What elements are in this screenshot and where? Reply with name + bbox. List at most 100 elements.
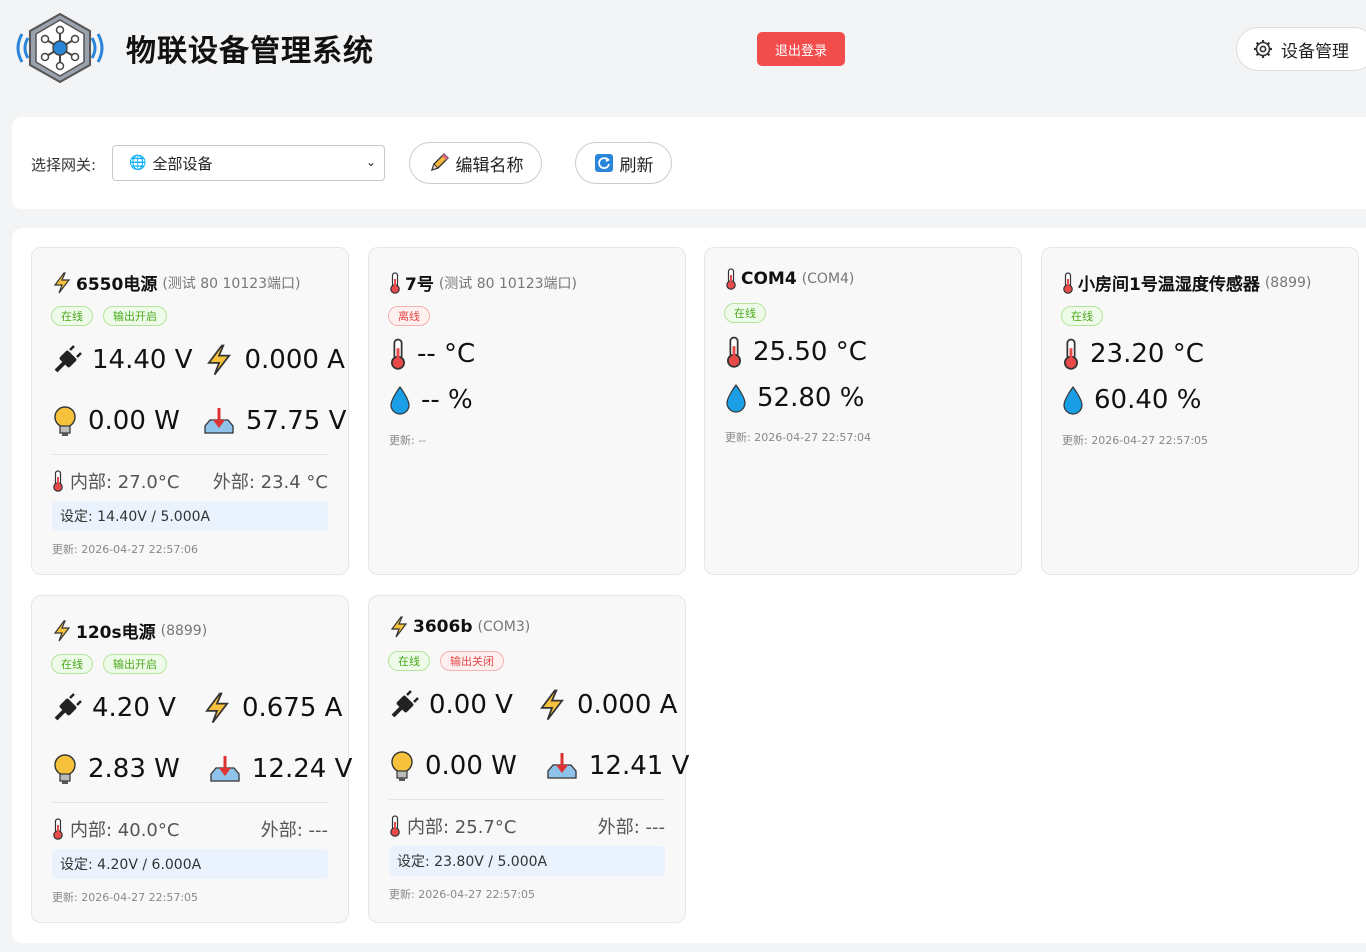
metric-row: 0.00 V 0.000 A [389, 689, 677, 721]
temperature-metric: -- °C [389, 338, 475, 370]
lightbulb-icon [54, 754, 76, 784]
thermometer-icon [391, 338, 405, 370]
input-voltage-icon [547, 753, 577, 779]
humidity-value: -- % [421, 385, 473, 415]
refresh-icon [594, 154, 613, 172]
thermometer-icon [1064, 338, 1078, 370]
device-card[interactable]: 小房间1号温湿度传感器 (8899) 在线 23.20 °C 60.40 % 更… [1041, 247, 1359, 575]
gateway-select[interactable]: 🌐 全部设备 ⌄ [112, 145, 385, 181]
edit-name-button[interactable]: 编辑名称 [409, 142, 542, 184]
temperature-value: 23.20 °C [1090, 339, 1204, 369]
device-port: (8899) [160, 622, 208, 639]
input-voltage-value: 12.41 V [588, 751, 690, 781]
plug-icon [54, 693, 82, 721]
app-title: 物联设备管理系统 [126, 34, 374, 69]
droplet-icon [726, 383, 746, 413]
temperature-metric: 23.20 °C [1062, 338, 1204, 370]
input-voltage-metric: 57.75 V [202, 406, 346, 436]
internal-temp: 内部: 27.0°C [52, 468, 179, 494]
updated-time: 更新: 2026-04-27 22:57:05 [52, 891, 199, 904]
current-metric: 0.000 A [204, 344, 345, 376]
status-badge: 在线 [51, 654, 93, 674]
metric-row: 4.20 V 0.675 A [52, 692, 342, 724]
setting-box: 设定: 4.20V / 6.000A [52, 849, 328, 879]
header: 物联设备管理系统 退出登录 设备管理 [0, 0, 1366, 100]
card-title: 小房间1号温湿度传感器 (8899) [1062, 270, 1311, 295]
updated-time: 更新: 2026-04-27 22:57:05 [389, 888, 536, 901]
logo-icon [12, 10, 108, 86]
current-value: 0.675 A [241, 693, 343, 723]
power-metric: 0.00 W [389, 750, 517, 782]
thermometer-icon [390, 271, 400, 294]
setting-box: 设定: 23.80V / 5.000A [389, 846, 665, 876]
metric-row: 2.83 W 12.24 V [52, 753, 352, 785]
lightning-icon [540, 689, 564, 721]
device-card[interactable]: 3606b (COM3) 在线 输出关闭 0.00 V 0.000 A 0.00… [368, 595, 689, 923]
device-card[interactable]: 120s电源 (8899) 在线 输出开启 4.20 V 0.675 A 2.8… [31, 595, 352, 923]
card-title: 6550电源 (测试 80 10123端口) [52, 270, 301, 295]
lightbulb-icon [54, 406, 76, 436]
status-badge: 在线 [51, 306, 93, 326]
input-voltage-metric: 12.41 V [545, 751, 689, 781]
device-name: COM4 [741, 269, 797, 289]
gateway-selected-value: 全部设备 [152, 154, 213, 173]
power-value: 2.83 W [88, 754, 180, 784]
internal-temp-value: 内部: 27.0°C [70, 472, 180, 493]
power-metric: 0.00 W [52, 405, 180, 437]
device-name: 6550电源 [76, 275, 158, 295]
power-value: 0.00 W [425, 751, 517, 781]
gateway-label: 选择网关: [31, 156, 97, 174]
updated-time: 更新: -- [389, 434, 427, 447]
lightning-icon [53, 619, 71, 641]
thermometer-icon [53, 470, 63, 492]
metric-row: 0.00 W 57.75 V [52, 405, 346, 437]
status-badge: 在线 [1061, 306, 1103, 326]
logout-button[interactable]: 退出登录 [757, 32, 845, 66]
device-card[interactable]: 6550电源 (测试 80 10123端口) 在线 输出开启 14.40 V 0… [31, 247, 349, 575]
temperature-row: 内部: 40.0°C 外部: --- [52, 816, 328, 842]
device-management-button[interactable]: 设备管理 [1236, 27, 1366, 71]
current-metric: 0.675 A [202, 692, 342, 724]
refresh-label: 刷新 [619, 155, 654, 176]
gear-icon [1254, 40, 1272, 58]
temperature-value: 25.50 °C [753, 337, 867, 367]
device-name: 7号 [405, 275, 434, 295]
device-port: (COM3) [477, 619, 531, 635]
device-name: 120s电源 [76, 623, 156, 643]
globe-icon: 🌐 [129, 155, 147, 171]
device-name: 3606b [413, 617, 473, 637]
internal-temp: 内部: 40.0°C [52, 816, 179, 842]
updated-time: 更新: 2026-04-27 22:57:06 [52, 543, 199, 556]
status-badges: 在线 输出开启 [51, 306, 167, 326]
droplet-icon [390, 385, 410, 415]
voltage-metric: 4.20 V [52, 693, 176, 723]
status-badge: 在线 [388, 651, 430, 671]
device-panel: 6550电源 (测试 80 10123端口) 在线 输出开启 14.40 V 0… [12, 228, 1366, 943]
device-card[interactable]: 7号 (测试 80 10123端口) 离线 -- °C -- % 更新: -- [368, 247, 686, 575]
lightbulb-icon [391, 751, 413, 781]
thermometer-icon [1063, 271, 1073, 294]
lightning-icon [205, 692, 229, 724]
external-temp-value: 外部: 23.4 °C [212, 472, 328, 493]
voltage-metric: 0.00 V [389, 690, 513, 720]
setting-box: 设定: 14.40V / 5.000A [52, 501, 328, 531]
card-title: 7号 (测试 80 10123端口) [389, 270, 577, 295]
humidity-value: 52.80 % [757, 383, 865, 413]
internal-temp-value: 内部: 40.0°C [70, 820, 180, 841]
divider [389, 799, 665, 800]
input-voltage-metric: 12.24 V [208, 754, 352, 784]
device-card[interactable]: COM4 (COM4) 在线 25.50 °C 52.80 % 更新: 2026… [704, 247, 1022, 575]
power-metric: 2.83 W [52, 753, 180, 785]
humidity-metric: 52.80 % [725, 383, 864, 413]
refresh-button[interactable]: 刷新 [575, 142, 672, 184]
status-badges: 在线 [1061, 306, 1103, 326]
thermometer-icon [727, 336, 741, 368]
updated-time: 更新: 2026-04-27 22:57:05 [1062, 434, 1209, 447]
plug-icon [391, 690, 419, 718]
voltage-value: 14.40 V [92, 345, 193, 375]
edit-name-label: 编辑名称 [455, 155, 524, 176]
card-title: 120s电源 (8899) [52, 618, 207, 643]
status-badge: 在线 [724, 303, 766, 323]
input-voltage-value: 57.75 V [245, 406, 347, 436]
output-badge: 输出开启 [103, 306, 167, 326]
